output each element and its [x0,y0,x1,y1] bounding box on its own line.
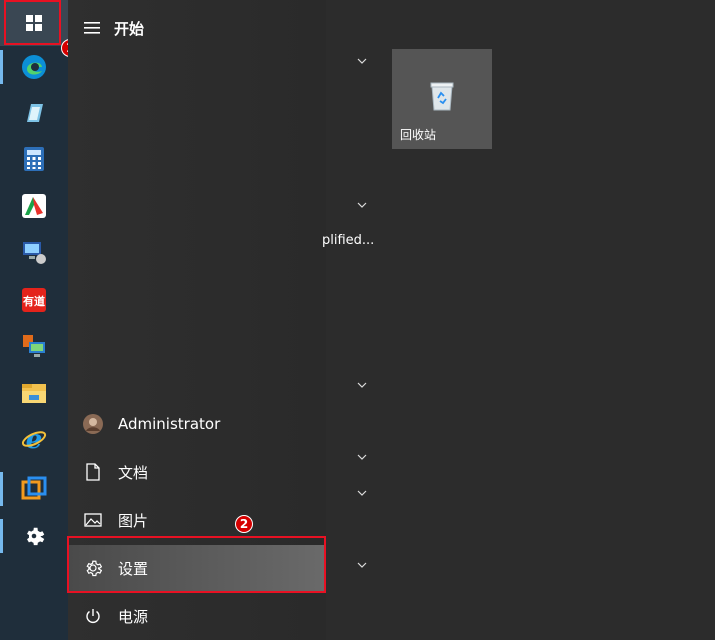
hamburger-menu-icon[interactable] [84,22,100,34]
virtualbox-icon [21,476,47,500]
chevron-down-icon[interactable] [356,487,368,499]
youdao-button[interactable]: 有道 [0,277,68,323]
user-avatar-icon [83,414,103,434]
network-icon [23,242,46,264]
virtualbox-button[interactable] [0,466,68,512]
step2-badge: 2 [235,515,253,533]
documents-label: 文档 [118,463,149,482]
recycle-bin-icon [430,82,454,111]
pinyin-button[interactable] [0,183,68,229]
pictures-label: 图片 [118,511,149,530]
gear-icon [27,527,45,546]
edge-button[interactable] [0,44,68,90]
user-name: Administrator [118,415,221,433]
svg-text:e: e [26,426,43,452]
step2-highlight-box [67,536,326,593]
calculator-icon [24,147,44,171]
taskbar: 有道 e [0,0,68,640]
notepad-icon [27,104,43,122]
app-list-area [326,0,715,640]
network-button[interactable] [0,229,68,275]
remote-desktop-icon [23,335,45,357]
file-explorer-button[interactable] [0,370,68,416]
pinyin-icon [22,194,46,218]
remote-desktop-button[interactable] [0,323,68,369]
power-item[interactable]: 电源 [68,593,326,639]
power-label: 电源 [118,607,149,626]
step1-highlight-box [4,0,61,45]
internet-explorer-button[interactable]: e [0,416,68,462]
notepad-button[interactable] [0,90,68,136]
internet-explorer-icon: e [21,426,47,452]
document-icon [86,463,100,481]
chevron-down-icon[interactable] [356,451,368,463]
calculator-button[interactable] [0,136,68,182]
settings-taskbar-button[interactable] [0,513,68,559]
recycle-bin-tile[interactable]: 回收站 [392,49,492,149]
power-icon [86,609,100,623]
user-account-item[interactable]: Administrator [68,401,326,447]
chevron-down-icon[interactable] [356,199,368,211]
start-menu-title: 开始 [114,19,145,38]
edge-icon [22,55,46,79]
pictures-icon [84,513,102,527]
chevron-down-icon[interactable] [356,55,368,67]
recycle-bin-label: 回收站 [400,128,437,142]
documents-item[interactable]: 文档 [68,449,326,495]
youdao-icon: 有道 [22,288,46,312]
start-menu-header: 开始 [84,14,144,42]
chevron-down-icon[interactable] [356,559,368,571]
chevron-down-icon[interactable] [356,379,368,391]
svg-text:有道: 有道 [23,294,45,308]
truncated-app-label: plified... [322,233,375,248]
file-explorer-icon [22,384,46,403]
